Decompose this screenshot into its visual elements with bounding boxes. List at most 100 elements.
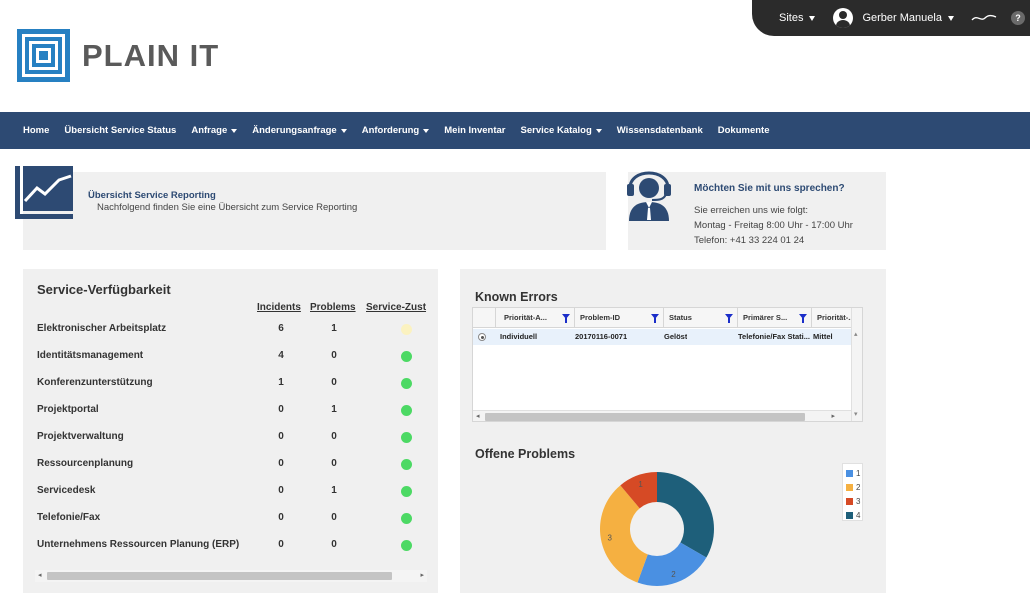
nav-katalog[interactable]: Service Katalog [521,125,602,136]
column-header[interactable]: Priorität-... [812,308,851,328]
known-errors-title: Known Errors [475,290,558,304]
legend-item[interactable]: 3 [846,494,862,508]
nav-label: Mein Inventar [444,125,506,136]
incidents-count: 0 [278,458,284,469]
service-name: Telefonie/Fax [37,512,101,523]
nav-aenderungsanfrage[interactable]: Änderungsanfrage [252,125,347,136]
problems-count: 1 [331,404,337,415]
incidents-count: 0 [278,539,284,550]
grid-vertical-scrollbar[interactable]: ▴ ▾ [851,308,862,421]
scroll-down-icon[interactable]: ▾ [854,410,858,418]
service-name: Elektronischer Arbeitsplatz [37,323,167,334]
nav-anforderung[interactable]: Anforderung [362,125,430,136]
avatar [833,8,854,28]
user-bar: Sites Gerber Manuela ? [752,0,1030,36]
user-name: Gerber Manuela [862,12,942,24]
cell-primaerer-service: Telefonie/Fax Stati... [738,332,810,341]
chevron-down-icon [423,128,430,133]
offene-problems-title: Offene Problems [475,447,576,461]
nav-label: Service Katalog [520,125,592,136]
status-indicator-icon [401,540,412,551]
service-name: Projektportal [37,404,99,415]
column-header[interactable]: Priorität-A... [496,308,575,328]
scroll-left-icon[interactable]: ◂ [38,570,42,582]
contact-title: Möchten Sie mit uns sprechen? [694,183,845,194]
column-header[interactable]: Primärer S... [738,308,812,328]
column-label: Priorität-... [817,313,851,322]
availability-title: Service-Verfügbarkeit [37,282,171,297]
legend-item[interactable]: 4 [846,508,862,522]
incidents-count: 1 [278,377,284,388]
nav-anfrage[interactable]: Anfrage [191,125,238,136]
slice-label: 2 [671,570,676,579]
service-name: Konferenzunterstützung [37,377,153,388]
filter-icon[interactable] [562,314,570,323]
filter-icon[interactable] [799,314,807,323]
brand-swoosh-icon[interactable] [971,13,997,23]
service-name: Projektverwaltung [37,431,124,442]
problems-count: 0 [331,431,337,442]
scroll-up-icon[interactable]: ▴ [854,330,858,338]
nav-service-status[interactable]: Übersicht Service Status [64,125,176,136]
logo[interactable]: PLAIN IT [16,28,219,83]
known-errors-grid: Priorität-A... Problem-ID Status Primäre… [472,307,863,422]
scroll-right-icon[interactable]: ▸ [831,411,835,421]
help-button[interactable]: ? [1010,11,1025,25]
filter-icon[interactable] [651,314,659,323]
nav-label: Home [23,125,50,136]
nav-home[interactable]: Home [23,125,49,136]
problems-header[interactable]: Problems [310,302,356,313]
column-label: Problem-ID [580,313,621,322]
problems-count: 0 [331,539,337,550]
incidents-count: 0 [278,431,284,442]
user-menu[interactable]: Gerber Manuela [833,8,954,28]
grid-header: Priorität-A... Problem-ID Status Primäre… [473,308,851,328]
nav-label: Anforderung [361,125,420,136]
chevron-down-icon [340,128,347,133]
nav-label: Übersicht Service Status [64,125,177,136]
sites-dropdown[interactable]: Sites [779,12,816,24]
filter-icon[interactable] [725,314,733,323]
slice-label: 1 [638,480,643,489]
legend-swatch [846,469,853,477]
legend-label: 1 [856,468,861,478]
nav-wissensdatenbank[interactable]: Wissensdatenbank [617,125,703,136]
main-nav: Home Übersicht Service Status Anfrage Än… [0,112,1030,149]
problems-count: 1 [331,485,337,496]
availability-scrollbar[interactable]: ◂ ▸ [35,570,427,582]
legend-label: 2 [856,482,861,492]
status-indicator-icon [401,459,412,470]
problems-count: 0 [331,377,337,388]
nav-inventar[interactable]: Mein Inventar [444,125,505,136]
column-header[interactable]: Status [664,308,738,328]
grid-horizontal-scrollbar[interactable]: ◂ ▸ [473,410,851,421]
legend-swatch [846,497,853,505]
scroll-right-icon[interactable]: ▸ [420,570,424,582]
problems-count: 0 [331,458,337,469]
logo-text: PLAIN IT [82,37,220,73]
reporting-title[interactable]: Übersicht Service Reporting [88,190,216,201]
support-agent-icon [627,171,671,221]
status-header[interactable]: Service-Zust [366,302,427,313]
grid-header-select [473,308,496,328]
legend-item[interactable]: 2 [846,480,862,494]
incidents-header[interactable]: Incidents [257,302,301,313]
column-label: Priorität-A... [504,313,547,322]
legend-label: 4 [856,510,861,520]
incidents-count: 0 [278,404,284,415]
column-header[interactable]: Problem-ID [575,308,664,328]
service-name: Ressourcenplanung [37,458,134,469]
legend-swatch [846,511,853,519]
scrollbar-thumb[interactable] [485,413,805,421]
legend-item[interactable]: 1 [846,466,862,480]
cell-status: Gelöst [664,332,688,341]
chevron-down-icon [595,128,602,133]
scroll-left-icon[interactable]: ◂ [476,411,480,421]
nav-dokumente[interactable]: Dokumente [718,125,770,136]
donut-slice[interactable] [657,472,714,558]
cell-prioritaet: Individuell [500,332,538,341]
scrollbar-thumb[interactable] [47,572,392,580]
table-row[interactable]: Individuell 20170116-0071 Gelöst Telefon… [473,329,851,345]
row-radio[interactable] [478,333,486,341]
problems-count: 0 [331,350,337,361]
